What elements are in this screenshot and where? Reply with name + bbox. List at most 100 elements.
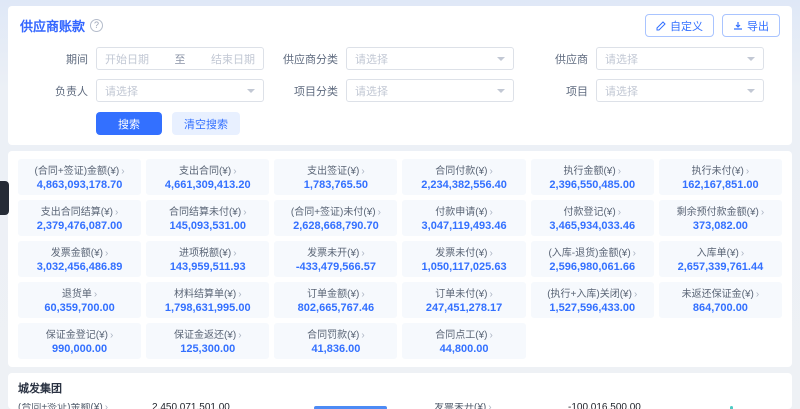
metric-card[interactable]: 合同付款(¥)› 2,234,382,556.40 <box>402 159 525 195</box>
metric-card[interactable]: (合同+签证)未付(¥)› 2,628,668,790.70 <box>274 200 397 236</box>
metric-label: 合同罚款(¥)› <box>276 326 395 341</box>
metric-card[interactable]: 付款登记(¥)› 3,465,934,033.46 <box>531 200 654 236</box>
metric-card[interactable]: 入库单(¥)› 2,657,339,761.44 <box>659 241 782 277</box>
sidebar-collapse-handle[interactable] <box>0 181 9 215</box>
metric-card[interactable]: 发票未开(¥)› -433,479,566.57 <box>274 241 397 277</box>
metric-value: 143,959,511.93 <box>148 261 267 273</box>
metric-label-text: (入库-退货)金额(¥) <box>548 248 630 259</box>
metric-value: 4,661,309,413.20 <box>148 179 267 191</box>
group-row-label[interactable]: (合同+签证)金额(¥)› <box>18 403 152 409</box>
date-range-input[interactable]: 开始日期 至 结束日期 <box>96 47 264 70</box>
metric-card[interactable]: 执行未付(¥)› 162,167,851.00 <box>659 159 782 195</box>
metric-card[interactable]: 保证金登记(¥)› 990,000.00 <box>18 323 141 359</box>
metric-card[interactable]: 合同点工(¥)› 44,800.00 <box>402 323 525 359</box>
supplier-category-select[interactable]: 请选择 <box>346 47 514 70</box>
help-icon[interactable]: ? <box>90 19 103 32</box>
metric-label: 保证金返还(¥)› <box>148 326 267 341</box>
chevron-right-icon: › <box>361 166 364 177</box>
metric-value: 41,836.00 <box>276 343 395 355</box>
filter-owner: 负责人 请选择 <box>20 79 270 102</box>
metric-card[interactable]: 保证金返还(¥)› 125,300.00 <box>146 323 269 359</box>
filter-supplier-label: 供应商 <box>520 51 588 67</box>
supplier-placeholder: 请选择 <box>605 51 638 67</box>
chevron-right-icon: › <box>490 248 493 259</box>
group-row: (合同+签证)金额(¥)› 2,450,071,501.00 <box>18 402 412 409</box>
filter-project-category: 项目分类 请选择 <box>270 79 520 102</box>
chevron-right-icon: › <box>746 166 749 177</box>
group-row-label[interactable]: 发票未开(¥)› <box>434 403 568 409</box>
supplier-select[interactable]: 请选择 <box>596 47 764 70</box>
metric-card[interactable]: 发票金额(¥)› 3,032,456,486.89 <box>18 241 141 277</box>
export-button[interactable]: 导出 <box>722 14 780 37</box>
project-select[interactable]: 请选择 <box>596 79 764 102</box>
customize-button[interactable]: 自定义 <box>645 14 714 37</box>
metric-card[interactable]: (执行+入库)关闭(¥)› 1,527,596,433.00 <box>531 282 654 318</box>
supplier-category-placeholder: 请选择 <box>355 51 388 67</box>
start-date-placeholder[interactable]: 开始日期 <box>105 51 149 67</box>
chevron-right-icon: › <box>490 289 493 300</box>
metric-card[interactable]: 退货单› 60,359,700.00 <box>18 282 141 318</box>
chevron-right-icon: › <box>633 248 636 259</box>
metric-value: 3,047,119,493.46 <box>404 220 523 232</box>
filter-panel: 供应商账款 ? 自定义 导出 期间 开始日期 至 结束日期 <box>8 6 792 145</box>
metric-value: 247,451,278.17 <box>404 302 523 314</box>
metric-card[interactable]: 支出合同结算(¥)› 2,379,476,087.00 <box>18 200 141 236</box>
group-panel: 城发集团 (合同+签证)金额(¥)› 2,450,071,501.00 支出合同… <box>8 373 792 409</box>
metric-label: (执行+入库)关闭(¥)› <box>533 285 652 300</box>
group-col-left: (合同+签证)金额(¥)› 2,450,071,501.00 支出合同(¥)› … <box>18 402 412 409</box>
clear-search-button[interactable]: 清空搜索 <box>172 112 240 135</box>
metric-label: 支出合同(¥)› <box>148 162 267 177</box>
metric-card[interactable]: 发票未付(¥)› 1,050,117,025.63 <box>402 241 525 277</box>
search-button[interactable]: 搜索 <box>96 112 162 135</box>
chevron-right-icon: › <box>761 207 764 218</box>
chevron-right-icon: › <box>233 166 236 177</box>
metric-label-text: 进项税额(¥) <box>179 248 231 259</box>
metric-card[interactable]: 进项税额(¥)› 143,959,511.93 <box>146 241 269 277</box>
metric-label: 发票未开(¥)› <box>276 244 395 259</box>
metric-value: 60,359,700.00 <box>20 302 139 314</box>
filter-project-label: 项目 <box>520 83 588 99</box>
chevron-right-icon: › <box>361 330 364 341</box>
owner-select[interactable]: 请选择 <box>96 79 264 102</box>
metric-label: 材料结算单(¥)› <box>148 285 267 300</box>
chevron-down-icon <box>497 57 505 61</box>
metric-card[interactable]: 支出签证(¥)› 1,783,765.50 <box>274 159 397 195</box>
metric-value: 373,082.00 <box>661 220 780 232</box>
chevron-right-icon: › <box>238 289 241 300</box>
metric-value: 1,527,596,433.00 <box>533 302 652 314</box>
metric-label-text: 入库单(¥) <box>697 248 739 259</box>
metric-card[interactable]: 材料结算单(¥)› 1,798,631,995.00 <box>146 282 269 318</box>
end-date-placeholder[interactable]: 结束日期 <box>211 51 255 67</box>
filter-grid: 期间 开始日期 至 结束日期 供应商分类 请选择 供应商 请选择 负责人 <box>20 47 780 102</box>
metric-card[interactable]: 合同结算未付(¥)› 145,093,531.00 <box>146 200 269 236</box>
project-placeholder: 请选择 <box>605 83 638 99</box>
metric-card[interactable]: 合同罚款(¥)› 41,836.00 <box>274 323 397 359</box>
chevron-right-icon: › <box>618 166 621 177</box>
metric-card[interactable]: 执行金额(¥)› 2,396,550,485.00 <box>531 159 654 195</box>
project-category-select[interactable]: 请选择 <box>346 79 514 102</box>
metric-value: 145,093,531.00 <box>148 220 267 232</box>
metric-value: 802,665,767.46 <box>276 302 395 314</box>
metric-label: 合同点工(¥)› <box>404 326 523 341</box>
chevron-right-icon: › <box>238 330 241 341</box>
metric-label: 剩余预付款金额(¥)› <box>661 203 780 218</box>
metric-card[interactable]: 付款申请(¥)› 3,047,119,493.46 <box>402 200 525 236</box>
chevron-right-icon: › <box>378 207 381 218</box>
page-header: 供应商账款 ? 自定义 导出 <box>20 14 780 37</box>
metric-card[interactable]: (合同+签证)金额(¥)› 4,863,093,178.70 <box>18 159 141 195</box>
metric-card[interactable]: 订单金额(¥)› 802,665,767.46 <box>274 282 397 318</box>
metric-value: -433,479,566.57 <box>276 261 395 273</box>
group-row-label-text: (合同+签证)金额(¥) <box>18 403 103 409</box>
metric-card[interactable]: 未返还保证金(¥)› 864,700.00 <box>659 282 782 318</box>
metric-card[interactable]: (入库-退货)金额(¥)› 2,596,980,061.66 <box>531 241 654 277</box>
chevron-down-icon <box>747 57 755 61</box>
metric-card[interactable]: 支出合同(¥)› 4,661,309,413.20 <box>146 159 269 195</box>
metric-value: 2,596,980,061.66 <box>533 261 652 273</box>
metric-value: 2,379,476,087.00 <box>20 220 139 232</box>
metric-card[interactable]: 剩余预付款金额(¥)› 373,082.00 <box>659 200 782 236</box>
metric-value: 1,050,117,025.63 <box>404 261 523 273</box>
metric-value: 2,234,382,556.40 <box>404 179 523 191</box>
filter-supplier: 供应商 请选择 <box>520 47 780 70</box>
metric-card[interactable]: 订单未付(¥)› 247,451,278.17 <box>402 282 525 318</box>
metric-label-text: 材料结算单(¥) <box>174 289 236 300</box>
